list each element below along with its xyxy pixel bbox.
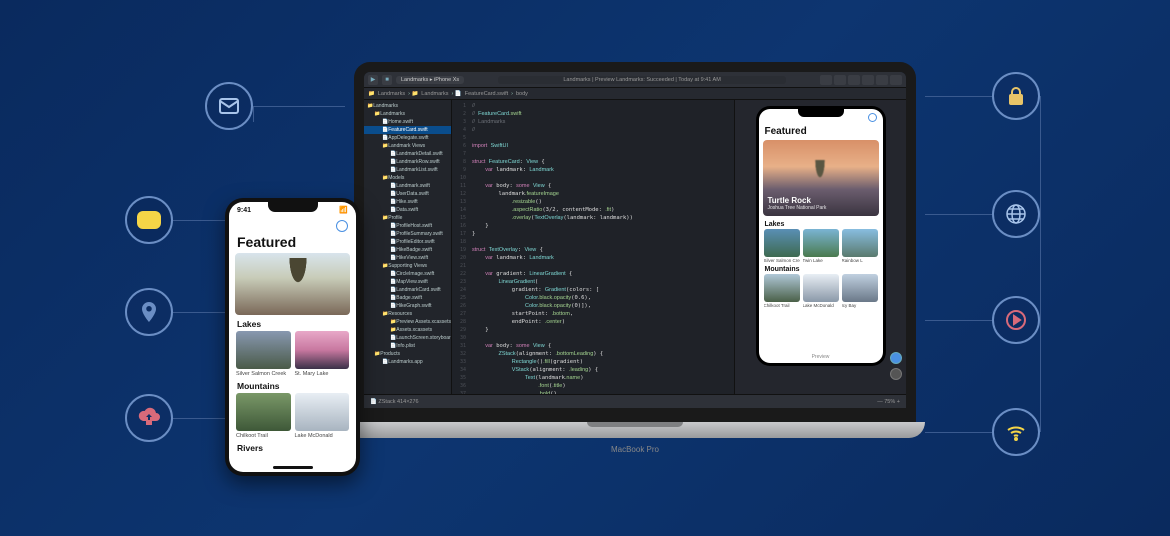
lock-icon: [992, 72, 1040, 120]
list-item[interactable]: Chilkoot Trail: [236, 393, 291, 439]
nav-item[interactable]: 📄 Hike.swift: [364, 198, 451, 206]
nav-item[interactable]: 📄 LandmarkRow.swift: [364, 158, 451, 166]
nav-item[interactable]: 📄 MapView.swift: [364, 278, 451, 286]
assistant-mode-button[interactable]: [834, 75, 846, 85]
preview-hero[interactable]: Turtle RockJoshua Tree National Park: [763, 140, 879, 216]
list-item[interactable]: Silver Salmon Creek: [764, 229, 800, 263]
list-item[interactable]: Lake McDonald: [803, 274, 839, 308]
preview-settings-button[interactable]: [890, 368, 902, 380]
nav-item[interactable]: 📄 HikeBadge.swift: [364, 246, 451, 254]
play-icon: [992, 296, 1040, 344]
list-item[interactable]: St. Mary Lake: [295, 331, 350, 377]
nav-item[interactable]: 📄 LandmarkCard.swift: [364, 286, 451, 294]
panel-toggle-left[interactable]: [862, 75, 874, 85]
code-content[interactable]: // // FeatureCard.swift // Landmarks // …: [468, 100, 734, 394]
cloud-upload-icon: [125, 394, 173, 442]
wifi-icon: [992, 408, 1040, 456]
nav-item[interactable]: 📁 Resources: [364, 310, 451, 318]
macbook-device: ▶ ■ Landmarks ▸ iPhone Xs Landmarks | Pr…: [345, 62, 925, 460]
nav-item[interactable]: 📄 Info.plist: [364, 342, 451, 350]
globe-icon: [992, 190, 1040, 238]
section-header: Mountains: [759, 263, 883, 274]
panel-toggle-right[interactable]: [890, 75, 902, 85]
preview-footer: Preview: [759, 351, 883, 363]
nav-item[interactable]: 📄 LandmarkList.swift: [364, 166, 451, 174]
profile-icon[interactable]: [868, 113, 877, 122]
pin-icon: [125, 288, 173, 336]
panel-toggle-bottom[interactable]: [876, 75, 888, 85]
nav-item[interactable]: 📄 AppDelegate.swift: [364, 134, 451, 142]
nav-item[interactable]: 📄 Data.swift: [364, 206, 451, 214]
nav-item[interactable]: 📄 CircleImage.swift: [364, 270, 451, 278]
nav-item[interactable]: 📄 FeatureCard.swift: [364, 126, 451, 134]
nav-item[interactable]: 📄 Landmark.swift: [364, 182, 451, 190]
nav-item[interactable]: 📁 Products: [364, 350, 451, 358]
section-header: Lakes: [759, 218, 883, 229]
nav-item[interactable]: 📄 LandmarkDetail.swift: [364, 150, 451, 158]
xcode-footer: 📄 ZStack 414×276 — 75% +: [364, 394, 906, 408]
chat-icon: •••: [125, 196, 173, 244]
phone-hero[interactable]: [235, 253, 350, 315]
stop-button[interactable]: ■: [382, 75, 392, 85]
nav-item[interactable]: 📁 Landmark Views: [364, 142, 451, 150]
build-status: Landmarks | Preview Landmarks: Succeeded…: [498, 76, 786, 84]
nav-item[interactable]: 📁 Assets.xcassets: [364, 326, 451, 334]
project-navigator[interactable]: 📁 Landmarks📁 Landmarks📄 Home.swift📄 Feat…: [364, 100, 452, 394]
nav-item[interactable]: 📄 HikeGraph.swift: [364, 302, 451, 310]
list-item[interactable]: Twin Lake: [803, 229, 839, 263]
editor-mode-button[interactable]: [820, 75, 832, 85]
nav-item[interactable]: 📄 Badge.swift: [364, 294, 451, 302]
home-indicator[interactable]: [273, 466, 313, 469]
xcode-window: ▶ ■ Landmarks ▸ iPhone Xs Landmarks | Pr…: [364, 72, 906, 408]
nav-item[interactable]: 📁 Landmarks: [364, 110, 451, 118]
nav-item[interactable]: 📄 LaunchScreen.storyboard: [364, 334, 451, 342]
library-button[interactable]: [848, 75, 860, 85]
preview-pin-button[interactable]: [890, 352, 902, 364]
line-gutter: 1234567891011121314151617181920212223242…: [452, 100, 468, 394]
nav-item[interactable]: 📁 Landmarks: [364, 102, 451, 110]
section-header: Lakes: [229, 315, 356, 331]
code-editor[interactable]: 1234567891011121314151617181920212223242…: [452, 100, 734, 394]
list-item[interactable]: Silver Salmon Creek: [236, 331, 291, 377]
nav-item[interactable]: 📄 HikeView.swift: [364, 254, 451, 262]
scheme-selector[interactable]: Landmarks ▸ iPhone Xs: [396, 76, 464, 84]
nav-item[interactable]: 📁 Preview Assets.xcassets: [364, 318, 451, 326]
section-header: Mountains: [229, 377, 356, 393]
nav-item[interactable]: 📁 Models: [364, 174, 451, 182]
nav-item[interactable]: 📁 Profile: [364, 214, 451, 222]
macbook-label: MacBook Pro: [611, 445, 659, 454]
nav-item[interactable]: 📄 UserData.swift: [364, 190, 451, 198]
nav-item[interactable]: 📄 ProfileEditor.swift: [364, 238, 451, 246]
nav-item[interactable]: 📄 Home.swift: [364, 118, 451, 126]
nav-item[interactable]: 📄 ProfileHost.swift: [364, 222, 451, 230]
list-item[interactable]: Icy Bay: [842, 274, 878, 308]
preview-phone: Featured Turtle RockJoshua Tree National…: [756, 106, 886, 366]
section-header: Rivers: [229, 439, 356, 455]
nav-item[interactable]: 📄 Landmarks.app: [364, 358, 451, 366]
list-item[interactable]: Rainbow L: [842, 229, 878, 263]
nav-item[interactable]: 📁 Supporting Views: [364, 262, 451, 270]
nav-item[interactable]: 📄 ProfileSummary.swift: [364, 230, 451, 238]
preview-title: Featured: [759, 125, 883, 138]
xcode-toolbar: ▶ ■ Landmarks ▸ iPhone Xs Landmarks | Pr…: [364, 72, 906, 88]
list-item[interactable]: Chilkoot Trail: [764, 274, 800, 308]
list-item[interactable]: Lake McDonald: [295, 393, 350, 439]
iphone-device: 9:41📶 Featured Lakes Silver Salmon Creek…: [225, 198, 360, 476]
mail-icon: [205, 82, 253, 130]
run-button[interactable]: ▶: [368, 75, 378, 85]
breadcrumb[interactable]: 📁 Landmarks › 📁 Landmarks › 📄 FeatureCar…: [364, 88, 906, 100]
phone-title: Featured: [229, 234, 356, 253]
profile-icon[interactable]: [336, 220, 348, 232]
preview-canvas: Featured Turtle RockJoshua Tree National…: [734, 100, 906, 394]
